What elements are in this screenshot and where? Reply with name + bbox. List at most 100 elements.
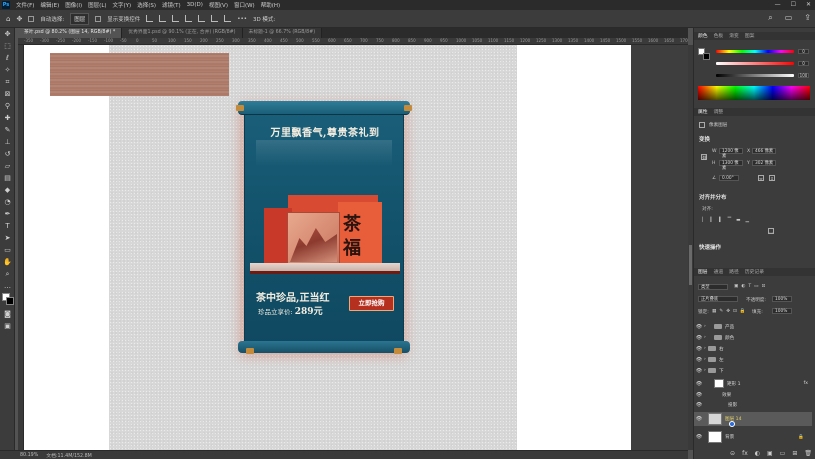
menu-type[interactable]: 文字(Y) [113, 1, 132, 9]
angle-field[interactable]: 0.00° [719, 175, 739, 181]
distribute-icon[interactable] [224, 15, 232, 22]
blend-mode-dropdown[interactable]: 正片叠底 [698, 296, 738, 302]
new-layer-icon[interactable]: ⊞ [792, 450, 797, 457]
add-mask-icon[interactable]: ▣ [767, 450, 773, 457]
marquee-tool-icon[interactable]: ⬚ [0, 40, 15, 52]
color-spectrum[interactable] [698, 86, 810, 100]
fx-icon[interactable]: fx [804, 381, 808, 386]
link-layers-icon[interactable]: ⊝ [730, 450, 735, 457]
adjustment-layer-icon[interactable]: ◐ [755, 450, 760, 457]
lasso-tool-icon[interactable]: ℓ [0, 52, 15, 64]
menu-layer[interactable]: 图层(L) [88, 1, 106, 9]
history-brush-icon[interactable]: ↺ [0, 148, 15, 160]
brush-tool-icon[interactable]: ✎ [0, 124, 15, 136]
healing-brush-icon[interactable]: ✚ [0, 112, 15, 124]
align-buttons[interactable]: ▏▎▍▔▬▁ [702, 218, 754, 223]
screen-mode-icon[interactable]: ▣ [0, 320, 15, 332]
move-tool-icon[interactable]: ✥ [16, 15, 22, 23]
link-icon[interactable]: ⛓ [701, 154, 707, 160]
x-field[interactable]: 466 像素 [752, 148, 776, 154]
align-center-icon[interactable] [198, 15, 206, 22]
hand-tool-icon[interactable]: ✋ [0, 256, 15, 268]
tab-layers[interactable]: 图层 [698, 268, 708, 276]
tab-channels[interactable]: 通道 [714, 268, 724, 276]
expand-chevron-icon[interactable]: › [704, 324, 714, 329]
height-field[interactable]: 1300 像素 [719, 160, 743, 171]
flip-vertical-icon[interactable]: ⇕ [769, 175, 775, 181]
menu-view[interactable]: 视图(V) [209, 1, 228, 9]
pen-tool-icon[interactable]: ✒ [0, 208, 15, 220]
delete-layer-icon[interactable]: 🗑 [804, 450, 812, 457]
panel-background-swatch[interactable] [703, 53, 710, 60]
quick-mask-icon[interactable]: ◙ [0, 308, 15, 320]
align-left-icon[interactable] [185, 15, 193, 22]
tab-swatches[interactable]: 色板 [714, 32, 724, 40]
tab-color[interactable]: 颜色 [698, 32, 708, 40]
tab-document-3[interactable]: 未标题-1 @ 66.7% (RGB/8#) [242, 28, 323, 38]
align-top-icon[interactable] [146, 15, 154, 22]
hue-slider[interactable] [716, 50, 794, 53]
visibility-eye-icon[interactable]: 👁 [694, 335, 704, 341]
visibility-eye-icon[interactable]: 👁 [694, 434, 704, 440]
opacity-field[interactable]: 100% [772, 296, 792, 302]
saturation-slider[interactable] [716, 62, 794, 65]
auto-select-checkbox[interactable] [28, 15, 35, 22]
doc-size[interactable]: 文档:11.4M/152.8M [46, 452, 92, 459]
layer-row-shadow[interactable]: 👁 投影 [694, 399, 812, 410]
menu-filter[interactable]: 滤镜(T) [162, 1, 181, 9]
visibility-eye-icon[interactable]: 👁 [694, 357, 704, 363]
color-swatches[interactable] [0, 292, 15, 308]
vertical-scroll-thumb[interactable] [689, 245, 692, 285]
magic-wand-tool-icon[interactable]: ✧ [0, 64, 15, 76]
dodge-tool-icon[interactable]: ◔ [0, 196, 15, 208]
layer-row-bottom[interactable]: 👁 › 下 [694, 365, 812, 376]
ruler-horizontal[interactable]: -350 -300 -250 -200 -150 -100 -50 0 50 100 150 200 2… [18, 38, 688, 45]
tab-gradients[interactable]: 渐变 [729, 32, 739, 40]
align-section-title[interactable]: 对齐并分布 [699, 193, 727, 201]
expand-chevron-icon[interactable]: › [704, 335, 714, 340]
brightness-value[interactable]: 100 [798, 73, 809, 78]
search-icon[interactable]: ⌕ [768, 13, 772, 23]
more-options-button[interactable]: ••• [237, 16, 247, 22]
layer-row-rect1[interactable]: 👁 矩形 1 fx [694, 378, 812, 389]
tab-properties[interactable]: 属性 [698, 108, 708, 116]
visibility-eye-icon[interactable]: 👁 [694, 402, 704, 408]
minimize-button[interactable]: — [775, 1, 781, 8]
tab-paths[interactable]: 路径 [729, 268, 739, 276]
visibility-eye-icon[interactable]: 👁 [694, 392, 704, 398]
frame-tool-icon[interactable]: ⊠ [0, 88, 15, 100]
layer-filter-dropdown[interactable]: 类型 [698, 284, 728, 290]
eyedropper-tool-icon[interactable]: ⚲ [0, 100, 15, 112]
visibility-eye-icon[interactable]: 👁 [694, 381, 704, 387]
shape-tool-icon[interactable]: ▭ [0, 244, 15, 256]
workspace-icon[interactable]: ▭ [785, 13, 793, 23]
width-field[interactable]: 1200 像素 [719, 148, 743, 159]
menu-window[interactable]: 窗口(W) [234, 1, 255, 9]
zoom-tool-icon[interactable]: ⌕ [0, 268, 15, 280]
close-button[interactable]: ✕ [806, 1, 811, 8]
new-group-icon[interactable]: ▭ [780, 450, 786, 457]
layer-row-color[interactable]: 👁 › 颜色 [694, 332, 812, 343]
flip-horizontal-icon[interactable]: ⇔ [758, 175, 764, 181]
home-icon[interactable]: ⌂ [6, 15, 10, 23]
gradient-tool-icon[interactable]: ▤ [0, 172, 15, 184]
blur-tool-icon[interactable]: ◆ [0, 184, 15, 196]
brightness-slider[interactable] [716, 74, 794, 77]
layer-filter-icons[interactable]: ▣◐T▭⊡ [734, 284, 768, 289]
align-more-icon[interactable]: … [768, 228, 774, 234]
hue-value[interactable]: 0 [798, 49, 809, 54]
zoom-level[interactable]: 80.19% [20, 453, 38, 458]
maximize-button[interactable]: ☐ [791, 1, 796, 8]
type-tool-icon[interactable]: T [0, 220, 15, 232]
visibility-eye-icon[interactable]: 👁 [694, 416, 704, 422]
transform-controls-checkbox[interactable] [95, 15, 102, 22]
align-bottom-icon[interactable] [172, 15, 180, 22]
auto-select-dropdown[interactable]: 图层 [70, 12, 90, 25]
menu-edit[interactable]: 编辑(E) [40, 1, 59, 9]
align-right-icon[interactable] [211, 15, 219, 22]
more-tools-icon[interactable]: … [0, 280, 15, 292]
stamp-tool-icon[interactable]: ⊥ [0, 136, 15, 148]
tab-document-1[interactable]: 茶叶.psd @ 80.2% (图层 14, RGB/8#) * [18, 28, 123, 38]
move-tool-icon[interactable]: ✥ [0, 28, 15, 40]
menu-file[interactable]: 文件(F) [16, 1, 34, 9]
